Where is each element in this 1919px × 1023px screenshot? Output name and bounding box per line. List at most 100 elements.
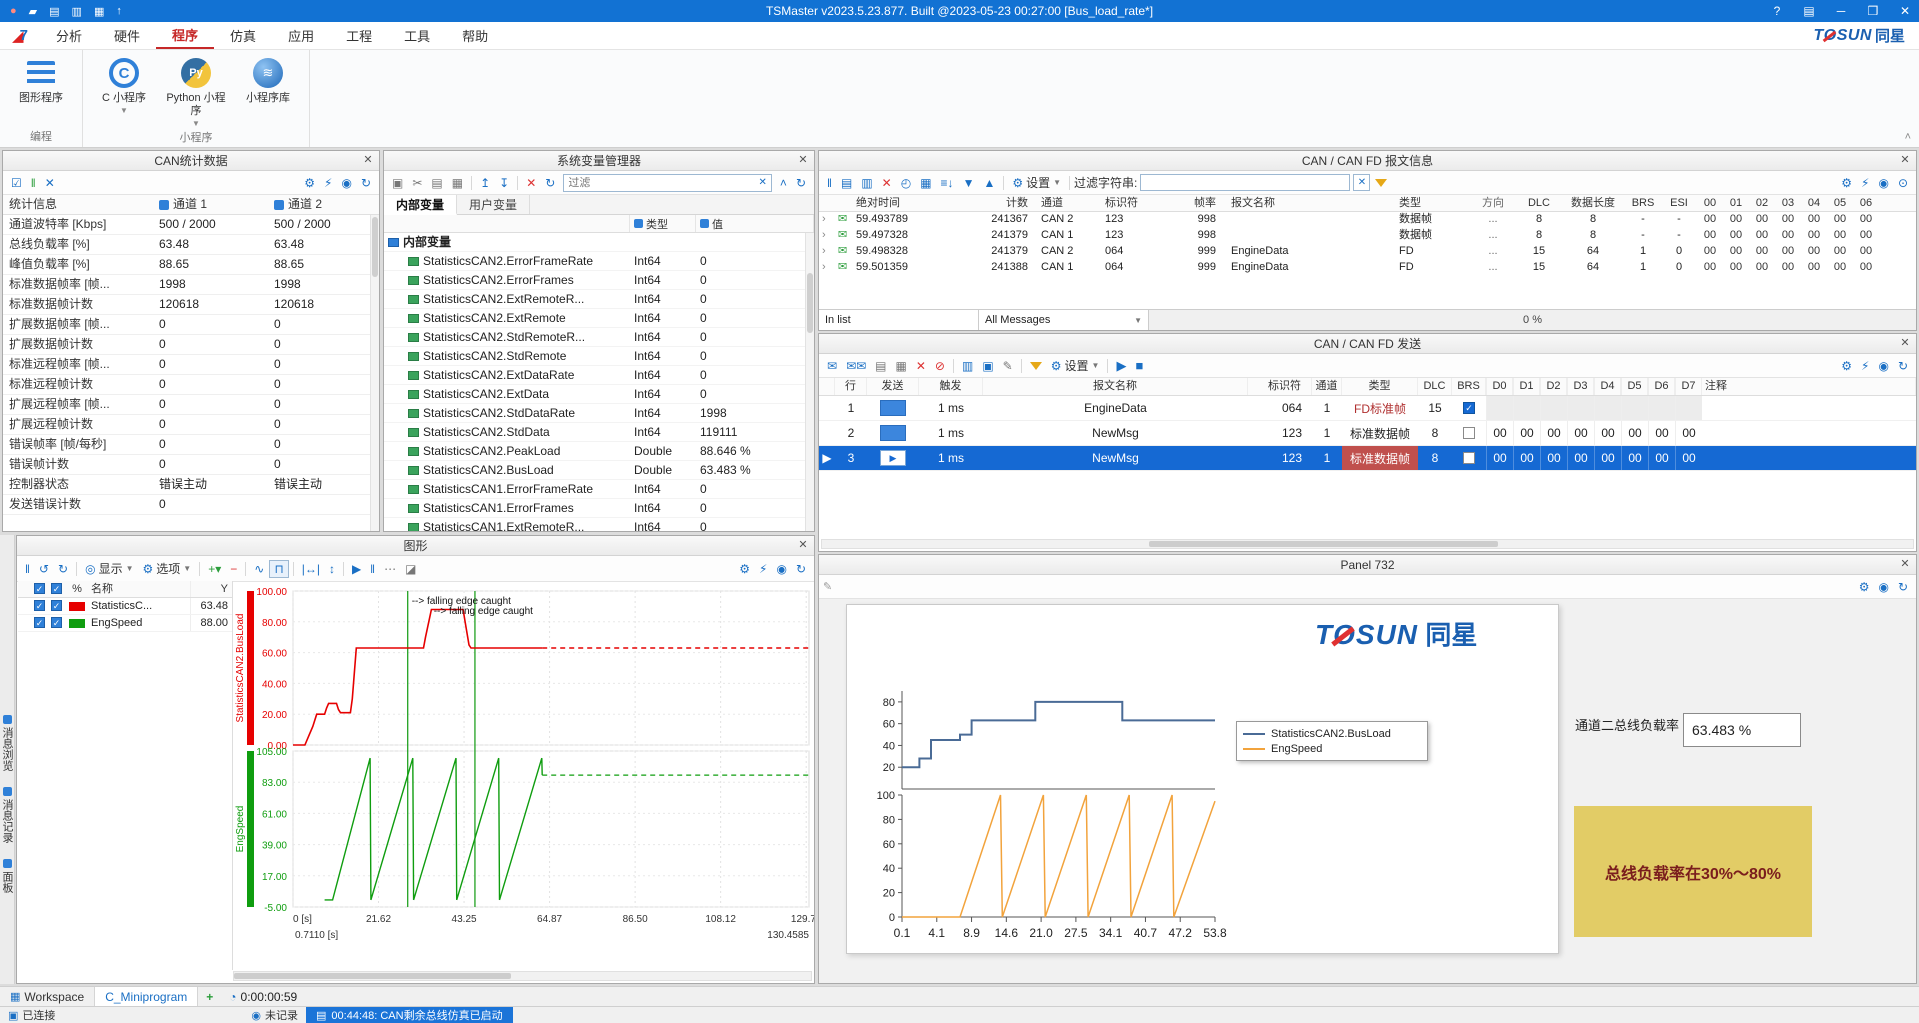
byte-cell[interactable] xyxy=(1486,396,1513,420)
cancel-icon[interactable]: ⊘ xyxy=(931,358,949,374)
undo-icon[interactable]: ↺ xyxy=(35,561,53,577)
legend-row[interactable]: ✓ ✓ StatisticsC... 63.48 xyxy=(18,598,232,615)
byte-cell[interactable]: 00 xyxy=(1540,446,1567,470)
camera-icon[interactable]: ◉ xyxy=(1874,175,1892,191)
message-row[interactable]: › ✉ 59.493789 241367 CAN 2 123 998 数据帧... 8 8- -00… xyxy=(819,212,1916,228)
help-icon[interactable]: ? xyxy=(1763,4,1791,18)
ribbon-tab-仿真[interactable]: 仿真 xyxy=(214,22,272,49)
checkbox-icon[interactable]: ✓ xyxy=(51,617,62,628)
clear-icon[interactable]: ✕ xyxy=(878,175,896,191)
tab-internal-variables[interactable]: 内部变量 xyxy=(384,195,458,215)
transmit-hscrollbar[interactable] xyxy=(821,539,1914,549)
stats-row[interactable]: 标准数据帧率 [帧... 1998 1998 xyxy=(3,275,379,295)
close-icon[interactable]: ✕ xyxy=(795,538,811,554)
checkbox-icon[interactable]: ✓ xyxy=(34,600,45,611)
camera-icon[interactable]: ◉ xyxy=(1874,358,1892,374)
edit-icon[interactable]: ✎ xyxy=(823,580,832,593)
import-icon[interactable]: ↥ xyxy=(476,175,494,191)
chat-icon[interactable]: ▰ xyxy=(29,5,37,18)
close-icon[interactable]: ✕ xyxy=(1897,336,1913,352)
byte-cell[interactable] xyxy=(1540,396,1567,420)
wrench-icon[interactable]: ⚙ xyxy=(1837,175,1856,191)
byte-cell[interactable]: 00 xyxy=(1675,446,1702,470)
wrench-icon[interactable]: ⚙ xyxy=(735,561,754,577)
side-tab-面板[interactable]: 面板 xyxy=(0,859,15,893)
pause-icon[interactable]: ‖ xyxy=(27,175,40,191)
ribbon-tab-应用[interactable]: 应用 xyxy=(272,22,330,49)
byte-cell[interactable]: 00 xyxy=(1648,421,1675,445)
wrench-icon[interactable]: ⚙ xyxy=(1855,579,1874,595)
tab-workspace[interactable]: ▦ Workspace xyxy=(0,987,94,1006)
byte-cell[interactable]: 00 xyxy=(1621,446,1648,470)
byte-cell[interactable]: 00 xyxy=(1540,421,1567,445)
camera-icon[interactable]: ◉ xyxy=(337,175,355,191)
byte-cell[interactable] xyxy=(1567,396,1594,420)
transmit-row[interactable]: ▶ 3 ▶ 1 ms NewMsg 123 1 标准数据帧 8 00 00 00 00 00 00 00 00 xyxy=(819,446,1916,471)
byte-cell[interactable]: 00 xyxy=(1567,446,1594,470)
side-tab-消息浏览[interactable]: 消息浏览 xyxy=(0,715,15,771)
list-icon[interactable]: ▥ xyxy=(958,358,977,374)
sysvar-row[interactable]: StatisticsCAN2.ErrorFrameRate Int64 0 xyxy=(384,252,814,271)
sysvar-row[interactable]: StatisticsCAN2.PeakLoad Double 88.646 % xyxy=(384,442,814,461)
byte-cell[interactable] xyxy=(1648,396,1675,420)
stats-row[interactable]: 峰值负载率 [%] 88.65 88.65 xyxy=(3,255,379,275)
sysvar-row[interactable]: StatisticsCAN2.ExtDataRate Int64 0 xyxy=(384,366,814,385)
add-message-icon[interactable]: ✉ xyxy=(823,358,841,374)
checkbox-icon[interactable]: ✓ xyxy=(34,617,45,628)
edit-icon[interactable]: ✎ xyxy=(999,358,1017,374)
legend-row[interactable]: ✓ ✓ EngSpeed 88.00 xyxy=(18,615,232,632)
byte-cell[interactable] xyxy=(1594,396,1621,420)
ribbon-collapse-icon[interactable]: ˄ xyxy=(1905,131,1911,143)
pin-icon[interactable]: ⊙ xyxy=(1894,175,1912,191)
sysvar-scrollbar[interactable] xyxy=(805,233,814,531)
paste-icon[interactable]: ▦ xyxy=(448,175,467,191)
stats-row[interactable]: 扩展数据帧计数 0 0 xyxy=(3,335,379,355)
ribbon-tab-程序[interactable]: 程序 xyxy=(156,22,215,49)
sysvar-row[interactable]: StatisticsCAN2.ErrorFrames Int64 0 xyxy=(384,271,814,290)
folder-icon[interactable]: ▤ xyxy=(49,5,59,18)
line-style-icon[interactable]: ∿ xyxy=(250,561,268,577)
filter-input[interactable] xyxy=(564,176,755,189)
ribbon-tab-帮助[interactable]: 帮助 xyxy=(446,22,504,49)
refresh-icon[interactable]: ↻ xyxy=(1894,358,1912,374)
filter-funnel-icon[interactable] xyxy=(1029,361,1042,370)
refresh-icon[interactable]: ↻ xyxy=(357,175,375,191)
minimize-icon[interactable]: ─ xyxy=(1827,4,1855,18)
select-checkbox-icon[interactable]: ☑ xyxy=(7,175,26,191)
settings-dropdown[interactable]: ⚙ 设置 ▼ xyxy=(1008,173,1065,192)
byte-cell[interactable]: 00 xyxy=(1675,421,1702,445)
start-all-icon[interactable]: ▶ xyxy=(1112,357,1130,375)
sysvar-row[interactable]: StatisticsCAN2.ExtRemoteR... Int64 0 xyxy=(384,290,814,309)
sysvar-row[interactable]: StatisticsCAN2.ExtRemote Int64 0 xyxy=(384,309,814,328)
byte-cell[interactable]: 00 xyxy=(1513,446,1540,470)
busload-value-box[interactable]: 63.483 % xyxy=(1683,713,1801,747)
sysvar-row[interactable]: StatisticsCAN2.StdRemote Int64 0 xyxy=(384,347,814,366)
byte-cell[interactable]: 00 xyxy=(1648,446,1675,470)
clear-filter-icon[interactable]: ✕ xyxy=(755,177,771,188)
flash-icon[interactable]: ⚡ xyxy=(755,561,771,577)
stats-row[interactable]: 标准远程帧率 [帧... 0 0 xyxy=(3,355,379,375)
ribbon-item-图形程序[interactable]: 图形程序 xyxy=(8,52,74,127)
message-filter-dropdown[interactable]: All Messages ▼ xyxy=(979,310,1149,330)
pause2-icon[interactable]: ‖ xyxy=(366,561,379,577)
ribbon-tab-硬件[interactable]: 硬件 xyxy=(98,22,156,49)
step-style-icon[interactable]: ⊓ xyxy=(269,559,289,578)
brs-checkbox[interactable] xyxy=(1463,427,1475,439)
layout-icon[interactable]: ▤ xyxy=(1795,4,1823,18)
transmit-row[interactable]: 21 ms NewMsg 123 1 标准数据帧 8 00 00 00 00 00 00 00 00 xyxy=(819,421,1916,446)
folder-icon[interactable]: ▤ xyxy=(871,358,890,374)
close-icon[interactable]: ✕ xyxy=(795,153,811,169)
sysvar-row[interactable]: StatisticsCAN2.BusLoad Double 63.483 % xyxy=(384,461,814,480)
byte-cell[interactable] xyxy=(1621,396,1648,420)
sysvar-row[interactable]: StatisticsCAN2.StdRemoteR... Int64 0 xyxy=(384,328,814,347)
graph-hscrollbar[interactable] xyxy=(233,971,812,981)
export-icon[interactable]: ↧ xyxy=(495,175,513,191)
ribbon-tab-分析[interactable]: 分析 xyxy=(40,22,98,49)
collapse-icon[interactable]: ˄ xyxy=(776,175,791,191)
add-tab-button[interactable]: + xyxy=(198,990,221,1004)
pause-icon[interactable]: ‖ xyxy=(21,561,34,577)
ribbon-item-C 小程序[interactable]: CC 小程序 ▼ xyxy=(91,52,157,128)
sysvar-row[interactable]: StatisticsCAN1.ExtRemoteR... Int64 0 xyxy=(384,518,814,531)
brs-checkbox[interactable]: ✓ xyxy=(1463,402,1475,414)
byte-cell[interactable]: 00 xyxy=(1567,421,1594,445)
